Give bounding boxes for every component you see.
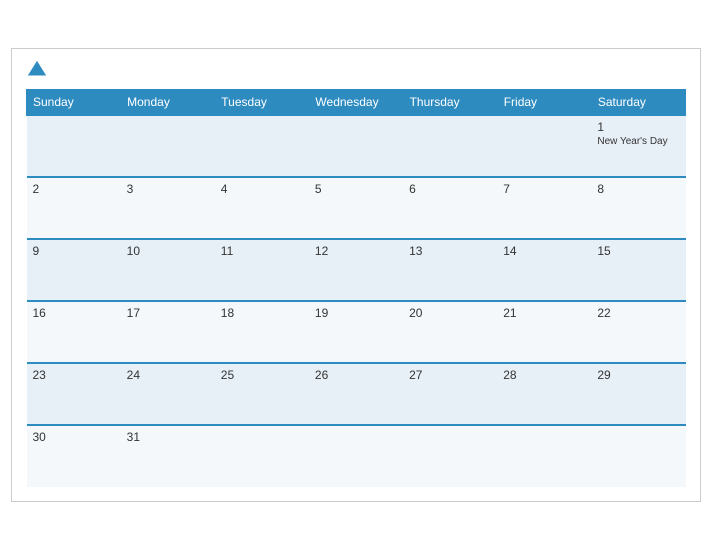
day-number: 24: [127, 368, 209, 382]
day-number: 5: [315, 182, 397, 196]
calendar-cell: [497, 115, 591, 177]
calendar-container: SundayMondayTuesdayWednesdayThursdayFrid…: [11, 48, 701, 502]
week-row-1: 2345678: [27, 177, 686, 239]
calendar-cell: [121, 115, 215, 177]
calendar-cell: 8: [591, 177, 685, 239]
day-number: 30: [33, 430, 115, 444]
weekday-header-thursday: Thursday: [403, 90, 497, 116]
calendar-cell: 27: [403, 363, 497, 425]
day-number: 23: [33, 368, 115, 382]
week-row-0: 1 New Year's Day: [27, 115, 686, 177]
day-number: 20: [409, 306, 491, 320]
calendar-cell: 17: [121, 301, 215, 363]
day-number: 25: [221, 368, 303, 382]
weekday-header-saturday: Saturday: [591, 90, 685, 116]
weekday-header-wednesday: Wednesday: [309, 90, 403, 116]
calendar-cell: 16: [27, 301, 121, 363]
weekday-header-monday: Monday: [121, 90, 215, 116]
day-number: 27: [409, 368, 491, 382]
calendar-cell: [309, 425, 403, 487]
day-number: 11: [221, 244, 303, 258]
day-number: 19: [315, 306, 397, 320]
day-number: 28: [503, 368, 585, 382]
calendar-cell: 7: [497, 177, 591, 239]
calendar-cell: 29: [591, 363, 685, 425]
weekday-header-tuesday: Tuesday: [215, 90, 309, 116]
calendar-cell: 18: [215, 301, 309, 363]
day-number: 21: [503, 306, 585, 320]
calendar-cell: 31: [121, 425, 215, 487]
day-number: 22: [597, 306, 679, 320]
calendar-cell: 26: [309, 363, 403, 425]
weekday-header-sunday: Sunday: [27, 90, 121, 116]
calendar-cell: [591, 425, 685, 487]
calendar-cell: 9: [27, 239, 121, 301]
day-number: 1: [597, 120, 679, 134]
calendar-cell: 30: [27, 425, 121, 487]
calendar-cell: 5: [309, 177, 403, 239]
calendar-cell: [497, 425, 591, 487]
logo: [26, 59, 50, 81]
calendar-table: SundayMondayTuesdayWednesdayThursdayFrid…: [26, 89, 686, 487]
day-number: 31: [127, 430, 209, 444]
calendar-cell: 15: [591, 239, 685, 301]
calendar-cell: 11: [215, 239, 309, 301]
day-number: 18: [221, 306, 303, 320]
calendar-cell: 6: [403, 177, 497, 239]
calendar-cell: 24: [121, 363, 215, 425]
day-number: 4: [221, 182, 303, 196]
day-number: 13: [409, 244, 491, 258]
calendar-cell: 12: [309, 239, 403, 301]
day-event: New Year's Day: [597, 136, 679, 147]
calendar-cell: [403, 115, 497, 177]
calendar-cell: 2: [27, 177, 121, 239]
calendar-cell: [215, 115, 309, 177]
day-number: 15: [597, 244, 679, 258]
calendar-cell: [403, 425, 497, 487]
calendar-cell: 20: [403, 301, 497, 363]
day-number: 6: [409, 182, 491, 196]
day-number: 2: [33, 182, 115, 196]
logo-icon: [26, 59, 48, 81]
calendar-cell: 10: [121, 239, 215, 301]
day-number: 8: [597, 182, 679, 196]
day-number: 17: [127, 306, 209, 320]
day-number: 3: [127, 182, 209, 196]
weekday-header-friday: Friday: [497, 90, 591, 116]
day-number: 10: [127, 244, 209, 258]
calendar-cell: [309, 115, 403, 177]
calendar-cell: 4: [215, 177, 309, 239]
calendar-cell: 28: [497, 363, 591, 425]
calendar-cell: 3: [121, 177, 215, 239]
day-number: 16: [33, 306, 115, 320]
day-number: 14: [503, 244, 585, 258]
calendar-cell: 21: [497, 301, 591, 363]
weekday-header-row: SundayMondayTuesdayWednesdayThursdayFrid…: [27, 90, 686, 116]
calendar-cell: 19: [309, 301, 403, 363]
calendar-cell: [215, 425, 309, 487]
calendar-cell: 14: [497, 239, 591, 301]
calendar-cell: [27, 115, 121, 177]
day-number: 9: [33, 244, 115, 258]
calendar-cell: 22: [591, 301, 685, 363]
calendar-cell: 13: [403, 239, 497, 301]
calendar-cell: 23: [27, 363, 121, 425]
day-number: 26: [315, 368, 397, 382]
week-row-2: 9 10 11 12 13 14 15: [27, 239, 686, 301]
day-number: 7: [503, 182, 585, 196]
calendar-header: [26, 59, 686, 81]
day-number: 29: [597, 368, 679, 382]
calendar-cell: 1 New Year's Day: [591, 115, 685, 177]
week-row-3: 16 17 18 19 20 21 22: [27, 301, 686, 363]
day-number: 12: [315, 244, 397, 258]
week-row-4: 23 24 25 26 27 28 29: [27, 363, 686, 425]
week-row-5: 30 31: [27, 425, 686, 487]
calendar-cell: 25: [215, 363, 309, 425]
